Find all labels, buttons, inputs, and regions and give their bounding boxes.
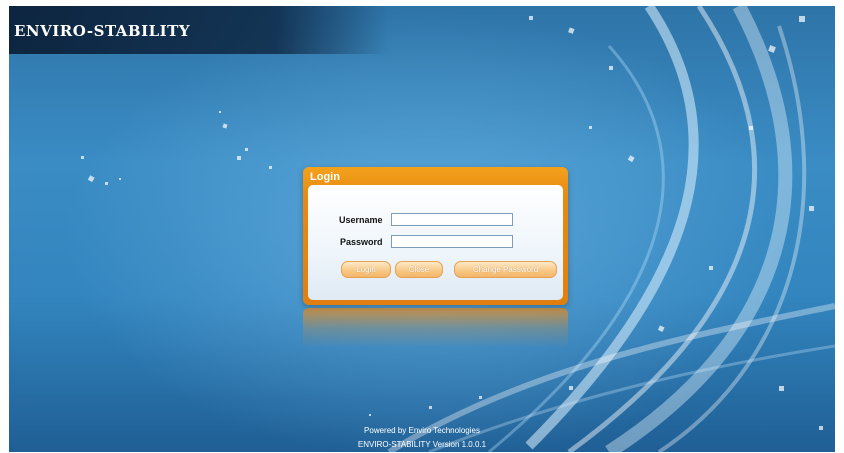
desktop-background: ENVIRO-STABILITY Login Username Password…	[9, 6, 835, 452]
password-label: Password	[340, 237, 383, 247]
version-text: ENVIRO-STABILITY Version 1.0.0.1	[357, 440, 487, 449]
login-button[interactable]: Login	[341, 261, 391, 278]
app-title: ENVIRO-STABILITY	[14, 22, 191, 40]
close-button[interactable]: Close	[395, 261, 443, 278]
change-password-button[interactable]: Change Password	[454, 261, 557, 278]
login-form: Username Password Login Close Change Pas…	[308, 185, 563, 300]
username-label: Username	[339, 215, 383, 225]
login-dialog-title: Login	[310, 171, 340, 183]
powered-by-text: Powered by Enviro Technologies	[364, 426, 480, 435]
password-input[interactable]	[391, 235, 513, 248]
login-panel-reflection	[303, 308, 568, 348]
login-dialog: Login Username Password Login Close Chan…	[303, 167, 568, 305]
app-title-bar: ENVIRO-STABILITY	[9, 6, 389, 54]
username-input[interactable]	[391, 213, 513, 226]
